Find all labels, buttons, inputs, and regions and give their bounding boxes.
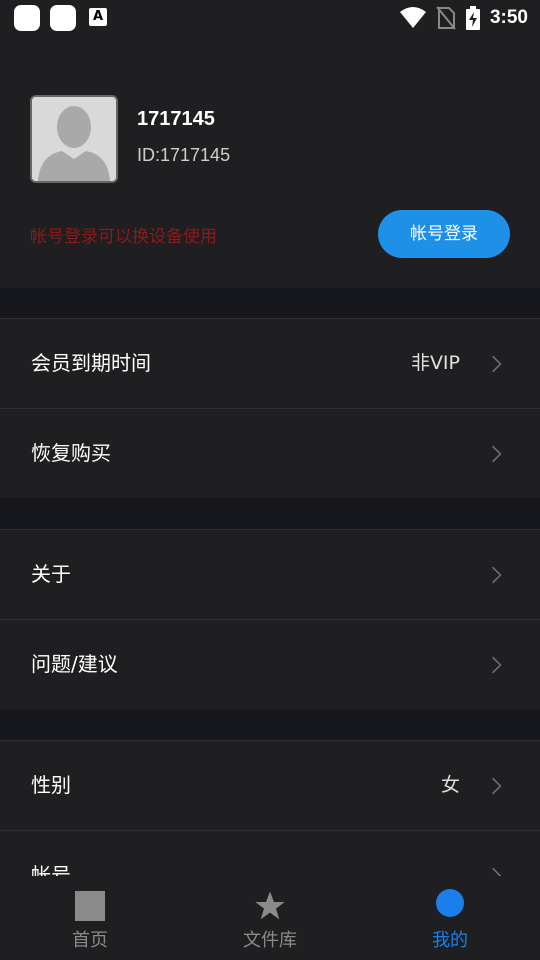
chevron-right-icon bbox=[492, 777, 502, 795]
tab-home-label: 首页 bbox=[72, 930, 108, 951]
wifi-icon bbox=[399, 7, 426, 28]
about-row[interactable]: 关于 bbox=[0, 529, 540, 618]
battery-charging-icon bbox=[465, 6, 480, 30]
section-divider bbox=[0, 288, 540, 318]
tab-mine-label: 我的 bbox=[432, 930, 468, 951]
membership-expiry-row[interactable]: 会员到期时间 非VIP bbox=[0, 318, 540, 407]
home-icon bbox=[75, 891, 105, 921]
tab-library-label: 文件库 bbox=[243, 930, 297, 951]
membership-status: 非VIP bbox=[410, 352, 460, 374]
username: 1717145 bbox=[137, 108, 215, 130]
profile-dot-icon bbox=[436, 889, 464, 917]
login-hint: 帐号登录可以换设备使用 bbox=[30, 227, 217, 247]
status-bar: A 3:50 bbox=[0, 0, 540, 36]
gender-label: 性别 bbox=[31, 773, 71, 797]
notification-app-icon bbox=[14, 5, 40, 31]
chevron-right-icon bbox=[492, 566, 502, 584]
tab-library[interactable]: 文件库 bbox=[180, 876, 360, 960]
about-label: 关于 bbox=[31, 562, 71, 586]
section-divider bbox=[0, 709, 540, 740]
avatar[interactable] bbox=[30, 95, 118, 183]
restore-purchase-row[interactable]: 恢复购买 bbox=[0, 408, 540, 497]
membership-expiry-label: 会员到期时间 bbox=[31, 351, 151, 375]
star-icon bbox=[255, 891, 285, 920]
clock: 3:50 bbox=[489, 7, 528, 28]
chevron-right-icon bbox=[492, 355, 502, 373]
section-divider bbox=[0, 498, 540, 529]
tab-mine[interactable]: 我的 bbox=[360, 876, 540, 960]
gender-row[interactable]: 性别 女 bbox=[0, 740, 540, 829]
feedback-label: 问题/建议 bbox=[31, 652, 118, 676]
feedback-row[interactable]: 问题/建议 bbox=[0, 619, 540, 708]
no-sim-icon bbox=[436, 6, 456, 30]
bottom-tab-bar: 首页 文件库 我的 bbox=[0, 876, 540, 960]
notification-a-icon: A bbox=[89, 8, 107, 26]
gender-value: 女 bbox=[440, 774, 460, 796]
account-login-button[interactable]: 帐号登录 bbox=[378, 210, 510, 258]
chevron-right-icon bbox=[492, 445, 502, 463]
user-id: ID:1717145 bbox=[137, 145, 231, 165]
default-user-icon bbox=[32, 97, 116, 181]
profile-header: 1717145 ID:1717145 帐号登录可以换设备使用 帐号登录 bbox=[0, 36, 540, 288]
restore-purchase-label: 恢复购买 bbox=[31, 441, 111, 465]
chevron-right-icon bbox=[492, 656, 502, 674]
notification-app-icon bbox=[50, 5, 76, 31]
tab-home[interactable]: 首页 bbox=[0, 876, 180, 960]
